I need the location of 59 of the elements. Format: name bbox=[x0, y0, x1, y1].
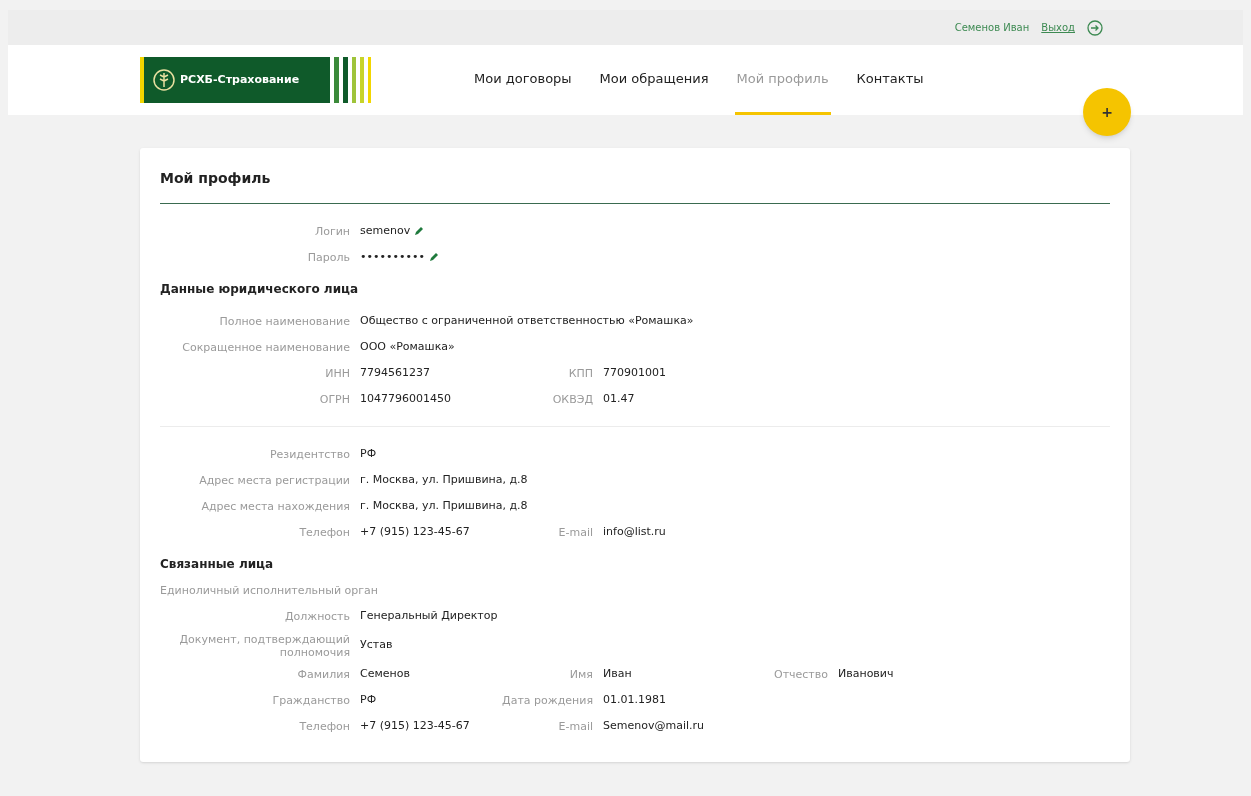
wheat-emblem-icon bbox=[152, 68, 176, 92]
field-value: ООО «Ромашка» bbox=[360, 338, 455, 355]
field-label: Фамилия bbox=[296, 668, 350, 681]
logo-text: РСХБ-Страхование bbox=[180, 71, 300, 88]
field-value: Semenov@mail.ru bbox=[603, 718, 704, 735]
field-label: Резидентство bbox=[268, 447, 350, 461]
field-value: РФ bbox=[360, 445, 377, 462]
field-value: Иван bbox=[603, 666, 632, 683]
field-label: Телефон bbox=[298, 720, 350, 733]
field-label: ИНН bbox=[324, 366, 350, 380]
field-label: E-mail bbox=[557, 525, 593, 539]
nav-tab[interactable]: Мои обращения bbox=[597, 45, 711, 115]
user-name: Семенов Иван bbox=[954, 21, 1030, 35]
nav-tab[interactable]: Контакты bbox=[854, 45, 926, 115]
field-label: Имя bbox=[568, 668, 593, 681]
field-value: Семенов bbox=[360, 666, 410, 683]
field-value: semenov bbox=[360, 222, 411, 239]
logout-link[interactable]: Выход bbox=[1041, 20, 1075, 35]
pencil-icon[interactable] bbox=[414, 226, 425, 236]
card-title: Мой профиль bbox=[160, 169, 272, 188]
field-label: Логин bbox=[313, 224, 350, 238]
field-value: Общество с ограниченной ответственностью «Ромашка» bbox=[360, 312, 694, 329]
field-label: Телефон bbox=[298, 525, 350, 539]
field-value: 1047796001450 bbox=[360, 390, 451, 407]
pencil-icon[interactable] bbox=[428, 252, 439, 262]
field-label: ОКВЭД bbox=[551, 392, 593, 406]
field-value: 01.47 bbox=[603, 390, 635, 407]
field-label: КПП bbox=[567, 366, 593, 380]
field-label: Должность bbox=[283, 610, 350, 623]
field-label: ОГРН bbox=[318, 392, 350, 406]
field-value: РФ bbox=[360, 692, 377, 709]
field-value: г. Москва, ул. Пришвина, д.8 bbox=[360, 471, 528, 488]
field-value: Иванович bbox=[838, 666, 894, 683]
field-value: г. Москва, ул. Пришвина, д.8 bbox=[360, 497, 528, 514]
field-value: Генеральный Директор bbox=[360, 608, 498, 625]
section-heading: Связанные лица bbox=[160, 556, 275, 573]
field-label: Пароль bbox=[306, 250, 350, 264]
field-label: Адрес места нахождения bbox=[200, 499, 350, 513]
field-value: Устав bbox=[360, 637, 393, 654]
field-value: 7794561237 bbox=[360, 364, 430, 381]
logout-icon[interactable] bbox=[1087, 19, 1103, 36]
field-label: Документ, подтверждающий полномочия bbox=[178, 632, 350, 659]
field-value: •••••••••• bbox=[360, 248, 425, 265]
field-value: 770901001 bbox=[603, 364, 666, 381]
field-value: +7 (915) 123-45-67 bbox=[360, 523, 470, 540]
field-label: Гражданство bbox=[271, 694, 350, 707]
field-label: Отчество bbox=[773, 668, 828, 681]
field-label: E-mail bbox=[557, 720, 593, 733]
nav-tab[interactable]: Мои договоры bbox=[472, 45, 574, 115]
field-label: Адрес места регистрации bbox=[198, 473, 350, 487]
section-subheading: Единоличный исполнительный орган bbox=[160, 583, 379, 599]
field-value: +7 (915) 123-45-67 bbox=[360, 718, 470, 735]
section-heading: Данные юридического лица bbox=[160, 281, 360, 298]
field-value: 01.01.1981 bbox=[603, 692, 666, 709]
field-value: info@list.ru bbox=[603, 523, 666, 540]
field-label: Дата рождения bbox=[501, 694, 593, 707]
add-button[interactable]: + bbox=[1083, 88, 1131, 136]
field-label: Сокращенное наименование bbox=[181, 340, 350, 354]
field-label: Полное наименование bbox=[218, 314, 350, 328]
